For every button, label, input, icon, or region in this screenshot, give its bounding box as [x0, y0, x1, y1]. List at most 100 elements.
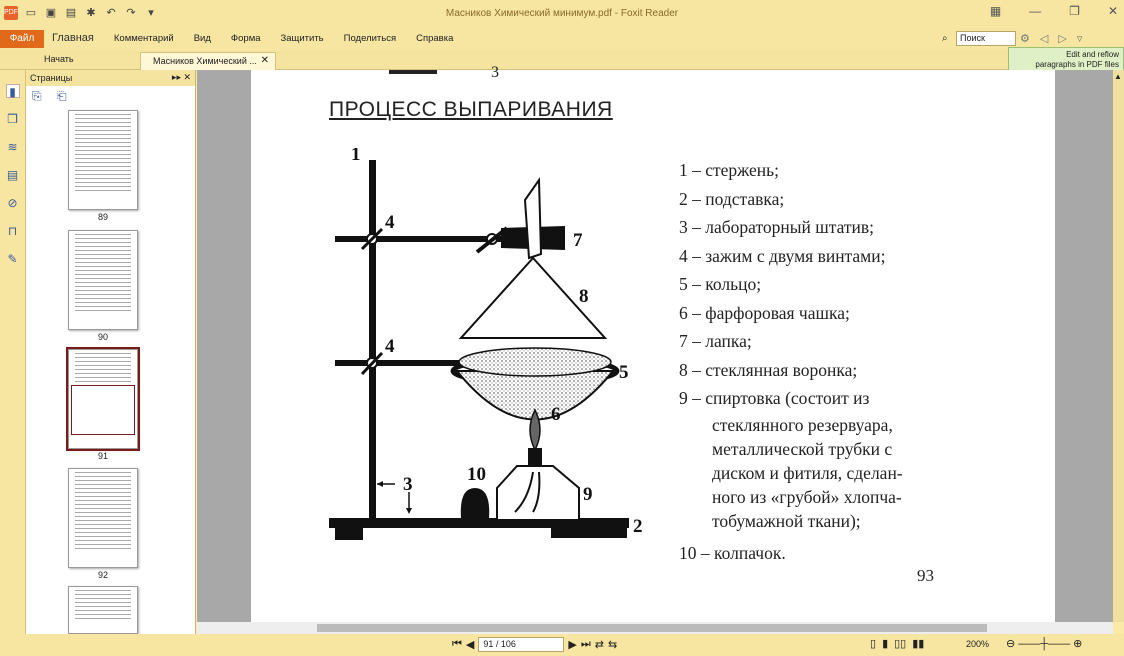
lamp-cap	[460, 488, 490, 518]
diagram-label: 8	[579, 286, 589, 307]
file-button[interactable]: Файл	[0, 30, 44, 48]
legend-item: 9 – спиртовка (состоит из	[679, 388, 870, 408]
tab-start[interactable]: Начать	[30, 54, 130, 64]
reflow-banner[interactable]: Edit and reflow paragraphs in PDF files	[1008, 47, 1124, 71]
attachment-icon[interactable]: ⊘	[6, 196, 20, 210]
next-result-icon[interactable]: ▷	[1058, 32, 1066, 45]
legend-continuation: диском и фитиля, сделан-	[712, 462, 903, 483]
legend-item: 5 – кольцо;	[679, 274, 762, 294]
tab-protect[interactable]: Защитить	[281, 33, 324, 44]
restore-button[interactable]: ❐	[1069, 4, 1080, 18]
page-thumbnail[interactable]	[68, 230, 138, 330]
legend-continuation: ного из «грубой» хлопча-	[712, 486, 902, 507]
layout-icon[interactable]: ▦	[990, 4, 1001, 18]
pages-icon[interactable]: ❒	[6, 112, 20, 126]
search-tool-icon[interactable]: ⌕	[942, 33, 948, 44]
next-view-icon[interactable]: ⇆	[608, 638, 617, 651]
panel-header: Страницы ▸▸ ✕	[26, 70, 195, 86]
comments-icon[interactable]: ▤	[6, 168, 20, 182]
legend: 1 – стержень; 2 – подставка; 3 – лаборат…	[679, 156, 903, 567]
facing-icon[interactable]: ▯▯	[894, 637, 906, 650]
lower-clamp-arm	[335, 360, 465, 366]
bookmark-icon[interactable]: ▮	[5, 84, 20, 99]
page-number-input[interactable]: 91 / 106	[478, 637, 565, 652]
first-page-icon[interactable]: ⏮	[452, 638, 462, 651]
funnel-stem	[523, 176, 543, 260]
legend-item: 10 – колпачок.	[679, 542, 786, 563]
layers-icon[interactable]: ≋	[6, 140, 20, 154]
single-page-icon[interactable]: ▯	[870, 637, 876, 650]
signature-icon[interactable]: ✎	[6, 252, 20, 266]
page-thumbnail[interactable]	[68, 110, 138, 210]
thumbnail-zoom-icon[interactable]: ⎗	[57, 89, 67, 103]
diagram-label: 5	[619, 362, 629, 383]
tab-document[interactable]: Масников Химический ... ✕	[140, 52, 276, 70]
tab-document-label: Масников Химический ...	[153, 56, 257, 66]
zoom-level[interactable]: 200%	[966, 639, 989, 649]
last-page-icon[interactable]: ⏭	[581, 638, 591, 651]
tab-help[interactable]: Справка	[416, 33, 453, 44]
panel-controls[interactable]: ▸▸ ✕	[172, 72, 191, 83]
vertical-scrollbar[interactable]: ▲	[1113, 70, 1124, 622]
diagram-label: 6	[551, 404, 561, 425]
diagram-label: 7	[573, 230, 583, 251]
legend-item: 2 – подставка;	[679, 188, 785, 209]
reflow-line-1: Edit and reflow	[1066, 50, 1119, 59]
next-page-icon[interactable]: ▶	[568, 638, 576, 651]
base-foot-right	[551, 526, 627, 538]
panel-toolbar: ⎘ ⎗	[26, 86, 195, 108]
close-icon[interactable]: ✕	[261, 55, 269, 66]
tab-bar: Начать Масников Химический ... ✕ ▼	[0, 50, 1124, 114]
page-thumbnail[interactable]	[68, 586, 138, 634]
diagram-label: 9	[583, 484, 593, 505]
panel-title: Страницы	[30, 73, 73, 83]
scroll-up-icon[interactable]: ▲	[1114, 72, 1122, 81]
page-top-fragment: 3	[491, 64, 499, 81]
diagram-label: 2	[633, 516, 643, 537]
tab-share[interactable]: Поделиться	[344, 33, 396, 44]
legend-item: 1 – стержень;	[679, 160, 780, 180]
tab-comment[interactable]: Комментарий	[114, 33, 174, 44]
ribbon-right-tools: ⚙ ◁ ▷ ▿	[1020, 32, 1082, 45]
diagram-label: 10	[467, 464, 486, 485]
diagram-label: 3	[403, 474, 413, 495]
gear-icon[interactable]: ⚙	[1020, 32, 1030, 45]
chevron-down-icon[interactable]: ▿	[1077, 32, 1083, 45]
legend-continuation: стеклянного резервуара,	[712, 414, 893, 435]
tab-home[interactable]: Главная	[52, 32, 94, 44]
search-input[interactable]: Поиск	[956, 31, 1016, 46]
zoom-slider[interactable]: ⊖ ——┼—— ⊕	[1006, 637, 1082, 650]
legend-continuation: металлической трубки с	[712, 438, 893, 459]
reflow-line-2: paragraphs in PDF files	[1035, 60, 1119, 69]
horizontal-scrollbar[interactable]	[197, 622, 1113, 634]
minimize-button[interactable]: —	[1029, 4, 1041, 18]
tab-view[interactable]: Вид	[194, 33, 211, 44]
legend-continuation: тобумажной ткани);	[712, 510, 861, 531]
page-thumbnail-selected[interactable]	[66, 347, 140, 451]
diagram-label: 1	[351, 148, 361, 165]
legend-item: 8 – стеклянная воронка;	[679, 359, 858, 380]
page-title: ПРОЦЕСС ВЫПАРИВАНИЯ	[329, 98, 613, 121]
continuous-icon[interactable]: ▮	[882, 637, 888, 650]
window-controls: ▦ — ❐ ✕	[990, 4, 1118, 18]
document-view: 3 ПРОЦЕСС ВЫПАРИВАНИЯ 1 2 3 4 4 5 6 7 8 …	[197, 64, 1113, 622]
status-bar: ⏮ ◀ 91 / 106 ▶ ⏭ ⇄ ⇆ ▯ ▮ ▯▯ ▮▮ 200% ⊖ ——…	[0, 634, 1124, 656]
prev-view-icon[interactable]: ⇄	[595, 638, 604, 651]
window-title: Масников Химический минимум.pdf - Foxit …	[445, 8, 679, 19]
thumbnail-options-icon[interactable]: ⎘	[32, 89, 42, 103]
lock-icon[interactable]: ⊓	[6, 224, 20, 238]
prev-result-icon[interactable]: ◁	[1040, 32, 1048, 45]
title-bar: PDF ▭ ▣ ▤ ✱ ↶ ↷ ▾ Масников Химический ми…	[0, 0, 1124, 28]
close-button[interactable]: ✕	[1108, 4, 1118, 18]
tab-form[interactable]: Форма	[231, 33, 261, 44]
page-thumbnail[interactable]	[68, 468, 138, 568]
prev-page-icon[interactable]: ◀	[466, 638, 474, 651]
diagram-label: 4	[385, 212, 395, 233]
thumbnail-label: 90	[97, 332, 108, 342]
pdf-page: 3 ПРОЦЕСС ВЫПАРИВАНИЯ 1 2 3 4 4 5 6 7 8 …	[251, 64, 1055, 622]
evaporation-diagram: 1 2 3 4 4 5 6 7 8 9 10	[329, 148, 643, 540]
continuous-facing-icon[interactable]: ▮▮	[912, 637, 924, 650]
view-mode-buttons: ▯ ▮ ▯▯ ▮▮	[870, 637, 924, 650]
pages-panel: Страницы ▸▸ ✕ ⎘ ⎗ 89 90 91 92	[26, 70, 220, 634]
page-top-fragment-bar	[389, 70, 437, 74]
